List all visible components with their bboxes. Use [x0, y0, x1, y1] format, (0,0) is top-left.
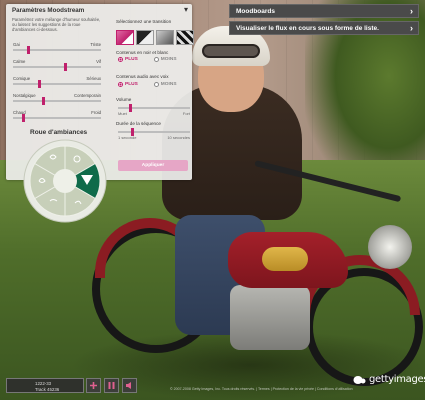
slider-left-label: Gai [13, 42, 20, 47]
volume-label: Volume [116, 97, 132, 102]
rider-goggles [202, 44, 260, 58]
panel-title: Paramètres Moodstream [12, 7, 85, 14]
mood-slider-gai-triste[interactable]: Gai Triste [13, 42, 101, 54]
list-view-label: Visualiser le flux en cours sous forme d… [236, 24, 379, 32]
radio-label: PLUS [125, 82, 138, 87]
volume-button[interactable] [122, 378, 137, 393]
chevron-right-icon: › [410, 6, 413, 16]
radio-label: PLUS [125, 57, 138, 62]
slider-left-label: Nostalgique [13, 93, 36, 98]
slider-knob[interactable] [37, 80, 41, 88]
pause-button[interactable] [104, 378, 119, 393]
panel-description: Paramétrez votre mélange d'humeur souhai… [12, 17, 101, 32]
engine [230, 285, 310, 350]
moodstream-settings-panel: Paramètres Moodstream ▾ Paramétrez votre… [6, 4, 194, 223]
transition-option-4[interactable] [176, 30, 194, 45]
bw-moins-radio[interactable]: MOINS [153, 57, 177, 62]
track-info-box: 1222-33 Track 45236 [6, 378, 84, 393]
chevron-down-icon[interactable]: ▾ [184, 5, 188, 14]
slider-track[interactable] [13, 117, 101, 119]
chevron-right-icon: › [410, 23, 413, 33]
transition-options [116, 30, 194, 45]
getty-images-logo[interactable]: gettyimages [353, 374, 425, 385]
slider-right-label: Contemporain [74, 93, 101, 98]
transition-option-1[interactable] [116, 30, 134, 45]
slider-right-label: Froid [91, 110, 101, 115]
audio-radio-group: PLUS MOINS [118, 82, 177, 87]
slider-right-label: Triste [90, 42, 101, 47]
radio-dot [153, 82, 159, 87]
moodboards-bar[interactable]: Moodboards › [229, 4, 419, 18]
slider-right-label: Vif [96, 59, 101, 64]
headlamp [368, 225, 412, 269]
slider-track[interactable] [13, 100, 101, 102]
mood-slider-chaud-froid[interactable]: Chaud Froid [13, 110, 101, 122]
volume-high-label: Fort [182, 111, 190, 116]
transition-option-2[interactable] [136, 30, 154, 45]
slider-left-label: Calme [13, 59, 26, 64]
tank-emblem [262, 247, 308, 271]
audio-label: Contenus audio avec voix [116, 74, 169, 79]
slider-left-label: Comique [13, 76, 31, 81]
duration-label: Durée de la séquence [116, 121, 161, 126]
slider-knob[interactable] [22, 114, 26, 122]
slider-knob[interactable] [129, 104, 133, 112]
getty-images-logo-text: gettyimages [369, 374, 425, 385]
radio-label: MOINS [160, 82, 177, 87]
add-button[interactable] [86, 378, 101, 393]
audio-plus-radio[interactable]: PLUS [118, 82, 138, 87]
duration-slider[interactable]: 1 seconde 10 secondes [118, 128, 190, 140]
volume-slider[interactable]: Muet Fort [118, 104, 190, 116]
transition-option-3[interactable] [156, 30, 174, 45]
slider-track[interactable] [13, 66, 101, 68]
mood-wheel-center [53, 169, 77, 193]
transition-label: Sélectionnez une transition [116, 19, 172, 24]
speaker-icon [126, 382, 131, 389]
mood-wheel-title: Roue d'ambiances [30, 129, 88, 136]
bw-plus-radio[interactable]: PLUS [118, 57, 138, 62]
list-view-bar[interactable]: Visualiser le flux en cours sous forme d… [229, 21, 419, 35]
moodboards-label: Moodboards [236, 7, 275, 15]
audio-moins-radio[interactable]: MOINS [153, 82, 177, 87]
bw-radio-group: PLUS MOINS [118, 57, 177, 62]
footer-copyright: © 2007-2008 Getty Images, Inc. Tous droi… [170, 387, 353, 391]
slider-right-label: Sérieux [86, 76, 101, 81]
plus-icon [90, 382, 97, 389]
mood-slider-calme-vif[interactable]: Calme Vif [13, 59, 101, 71]
duration-high-label: 10 secondes [167, 135, 190, 140]
mood-wheel[interactable] [23, 139, 107, 223]
apply-button[interactable]: Appliquer [118, 160, 188, 171]
pause-icon [108, 382, 115, 389]
radio-dot [153, 57, 159, 62]
slider-knob[interactable] [27, 46, 31, 54]
slider-knob[interactable] [64, 63, 68, 71]
track-line-1: 1222-33 [35, 381, 52, 386]
track-line-2: Track 45236 [35, 387, 60, 392]
slider-knob[interactable] [42, 97, 46, 105]
mood-slider-comique-serieux[interactable]: Comique Sérieux [13, 76, 101, 88]
duration-low-label: 1 seconde [118, 135, 137, 140]
radio-label: MOINS [160, 57, 177, 62]
radio-dot [118, 57, 123, 62]
getty-images-logo-icon [353, 375, 366, 384]
mood-slider-nostalgique-contemporain[interactable]: Nostalgique Contemporain [13, 93, 101, 105]
volume-low-label: Muet [118, 111, 127, 116]
slider-track[interactable] [13, 83, 101, 85]
radio-dot [118, 82, 123, 87]
slider-track[interactable] [118, 131, 190, 133]
bw-label: Contenus en noir et blanc [116, 50, 169, 55]
slider-track[interactable] [13, 49, 101, 51]
